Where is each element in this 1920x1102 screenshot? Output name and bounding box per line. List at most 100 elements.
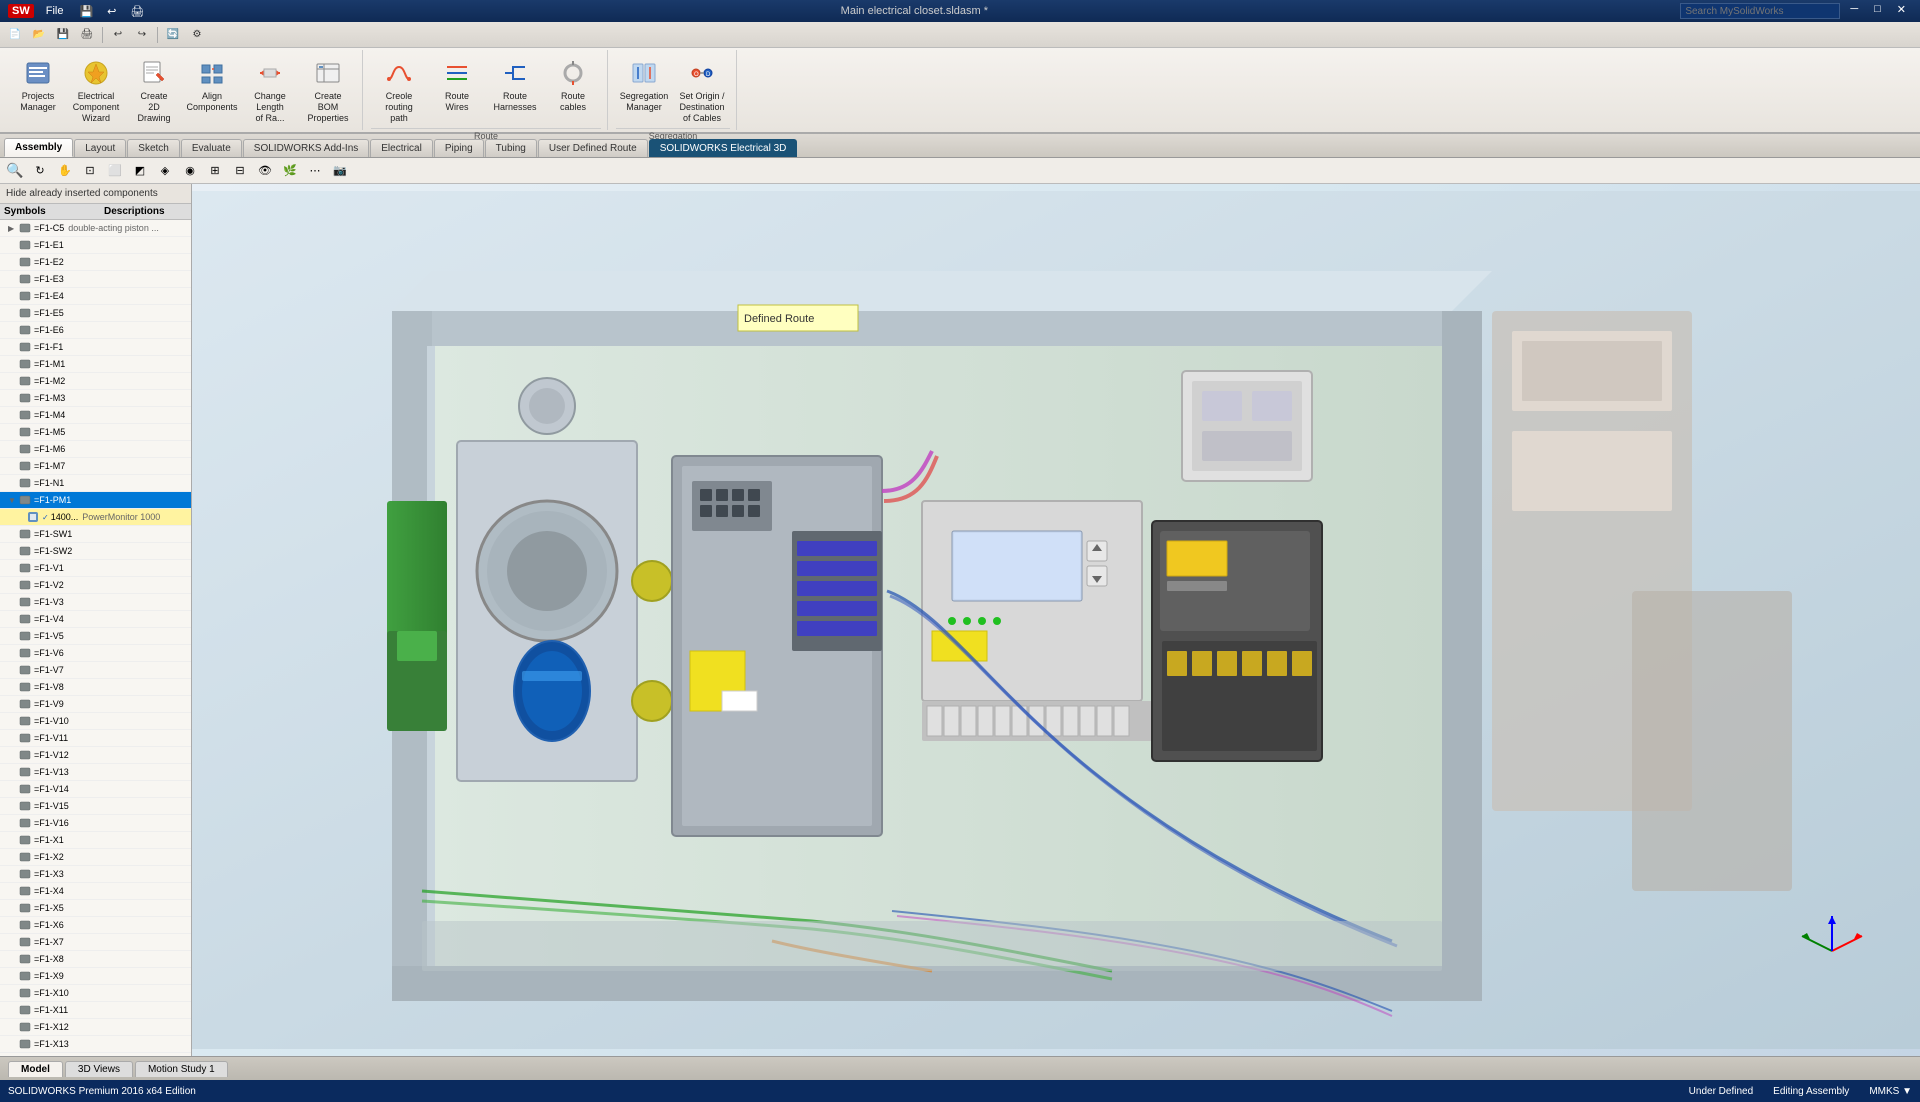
open-file-btn[interactable]: 📂: [28, 25, 50, 45]
tab-3d-views[interactable]: 3D Views: [65, 1061, 133, 1077]
bom-properties-btn[interactable]: CreateBOMProperties: [300, 54, 356, 126]
section-view[interactable]: ⊡: [79, 161, 101, 181]
component-item-v7[interactable]: =F1-V7: [0, 662, 191, 679]
component-item-x9[interactable]: =F1-X9: [0, 968, 191, 985]
component-item-v2[interactable]: =F1-V2: [0, 577, 191, 594]
undo-btn[interactable]: ↩: [107, 25, 129, 45]
component-item-v5[interactable]: =F1-V5: [0, 628, 191, 645]
viewport[interactable]: Defined Route: [192, 184, 1920, 1056]
component-item-v13[interactable]: =F1-V13: [0, 764, 191, 781]
component-item-x10[interactable]: =F1-X10: [0, 985, 191, 1002]
component-item-e3[interactable]: =F1-E3: [0, 271, 191, 288]
tab-user-defined[interactable]: User Defined Route: [538, 139, 648, 157]
close-button[interactable]: ✕: [1891, 3, 1912, 19]
component-item-pm1[interactable]: ▼=F1-PM1: [0, 492, 191, 509]
view-options-1[interactable]: ⬜: [104, 161, 126, 181]
create-drawing-btn[interactable]: Create2DDrawing: [126, 54, 182, 126]
component-item-x1[interactable]: =F1-X1: [0, 832, 191, 849]
maximize-button[interactable]: □: [1868, 3, 1887, 19]
save-btn[interactable]: 💾: [52, 25, 74, 45]
expand-arrow-c5[interactable]: ▶: [8, 224, 18, 233]
component-item-n1[interactable]: =F1-N1: [0, 475, 191, 492]
component-item-x8[interactable]: =F1-X8: [0, 951, 191, 968]
view-options-6[interactable]: ⊟: [229, 161, 251, 181]
creole-routing-btn[interactable]: Creoleroutingpath: [371, 54, 427, 126]
component-item-e6[interactable]: =F1-E6: [0, 322, 191, 339]
component-item-m6[interactable]: =F1-M6: [0, 441, 191, 458]
component-item-f1[interactable]: =F1-F1: [0, 339, 191, 356]
view-options-4[interactable]: ◉: [179, 161, 201, 181]
electrical-wizard-btn[interactable]: ElectricalComponentWizard: [68, 54, 124, 126]
component-item-v11[interactable]: =F1-V11: [0, 730, 191, 747]
route-wires-btn[interactable]: RouteWires: [429, 54, 485, 116]
component-item-sw1[interactable]: =F1-SW1: [0, 526, 191, 543]
rebuild-btn[interactable]: 🔄: [162, 25, 184, 45]
menu-file[interactable]: File: [40, 5, 70, 17]
component-item-v4[interactable]: =F1-V4: [0, 611, 191, 628]
component-item-m3[interactable]: =F1-M3: [0, 390, 191, 407]
tab-assembly[interactable]: Assembly: [4, 138, 73, 157]
tab-model[interactable]: Model: [8, 1061, 63, 1077]
component-item-x14[interactable]: =F1-X14: [0, 1053, 191, 1056]
redo-btn[interactable]: ↪: [131, 25, 153, 45]
component-item-v12[interactable]: =F1-V12: [0, 747, 191, 764]
view-pan[interactable]: ✋: [54, 161, 76, 181]
view-more[interactable]: ⋯: [304, 161, 326, 181]
segregation-manager-btn[interactable]: SegregationManager: [616, 54, 672, 116]
quick-save[interactable]: 💾: [75, 5, 97, 18]
tab-layout[interactable]: Layout: [74, 139, 126, 157]
component-item-m2[interactable]: =F1-M2: [0, 373, 191, 390]
view-options-2[interactable]: ◩: [129, 161, 151, 181]
component-item-pm1-sub[interactable]: ✓1400...PowerMonitor 1000: [0, 509, 191, 526]
component-item-e2[interactable]: =F1-E2: [0, 254, 191, 271]
component-item-x2[interactable]: =F1-X2: [0, 849, 191, 866]
component-item-x12[interactable]: =F1-X12: [0, 1019, 191, 1036]
component-item-v6[interactable]: =F1-V6: [0, 645, 191, 662]
component-item-c5[interactable]: ▶=F1-C5double-acting piston ...: [0, 220, 191, 237]
view-hide[interactable]: 👁: [254, 161, 276, 181]
align-components-btn[interactable]: AlignComponents: [184, 54, 240, 116]
tab-sw-electrical-3d[interactable]: SOLIDWORKS Electrical 3D: [649, 139, 798, 157]
search-input[interactable]: [1680, 3, 1840, 19]
view-display[interactable]: 🌿: [279, 161, 301, 181]
camera-btn[interactable]: 📷: [329, 161, 351, 181]
component-item-sw2[interactable]: =F1-SW2: [0, 543, 191, 560]
expand-arrow-pm1[interactable]: ▼: [8, 496, 18, 505]
print-btn[interactable]: 🖨: [76, 25, 98, 45]
view-zoom-in[interactable]: 🔍: [4, 161, 26, 181]
projects-manager-btn[interactable]: Projects Manager: [10, 54, 66, 116]
view-options-3[interactable]: ◈: [154, 161, 176, 181]
component-item-x5[interactable]: =F1-X5: [0, 900, 191, 917]
component-item-x11[interactable]: =F1-X11: [0, 1002, 191, 1019]
component-item-m7[interactable]: =F1-M7: [0, 458, 191, 475]
component-item-v16[interactable]: =F1-V16: [0, 815, 191, 832]
component-item-v1[interactable]: =F1-V1: [0, 560, 191, 577]
component-item-x4[interactable]: =F1-X4: [0, 883, 191, 900]
component-item-x7[interactable]: =F1-X7: [0, 934, 191, 951]
tab-addins[interactable]: SOLIDWORKS Add-Ins: [243, 139, 369, 157]
route-harnesses-btn[interactable]: RouteHarnesses: [487, 54, 543, 116]
sidebar-header[interactable]: Hide already inserted components: [0, 184, 191, 204]
component-item-v3[interactable]: =F1-V3: [0, 594, 191, 611]
view-options-5[interactable]: ⊞: [204, 161, 226, 181]
route-cables-btn[interactable]: Routecables: [545, 54, 601, 116]
component-item-v15[interactable]: =F1-V15: [0, 798, 191, 815]
component-item-m5[interactable]: =F1-M5: [0, 424, 191, 441]
component-item-v9[interactable]: =F1-V9: [0, 696, 191, 713]
component-item-m1[interactable]: =F1-M1: [0, 356, 191, 373]
view-rotate[interactable]: ↻: [29, 161, 51, 181]
new-file-btn[interactable]: 📄: [4, 25, 26, 45]
tab-sketch[interactable]: Sketch: [127, 139, 180, 157]
component-item-v8[interactable]: =F1-V8: [0, 679, 191, 696]
tab-motion-study[interactable]: Motion Study 1: [135, 1061, 228, 1077]
quick-print[interactable]: 🖨: [126, 5, 148, 18]
change-length-btn[interactable]: ChangeLengthof Ra...: [242, 54, 298, 126]
component-item-e4[interactable]: =F1-E4: [0, 288, 191, 305]
component-item-x6[interactable]: =F1-X6: [0, 917, 191, 934]
set-origin-btn[interactable]: OD Set Origin /Destinationof Cables: [674, 54, 730, 126]
quick-undo[interactable]: ↩: [103, 5, 120, 18]
component-item-e1[interactable]: =F1-E1: [0, 237, 191, 254]
tab-electrical[interactable]: Electrical: [370, 139, 433, 157]
component-item-x13[interactable]: =F1-X13: [0, 1036, 191, 1053]
minimize-button[interactable]: ─: [1844, 3, 1864, 19]
